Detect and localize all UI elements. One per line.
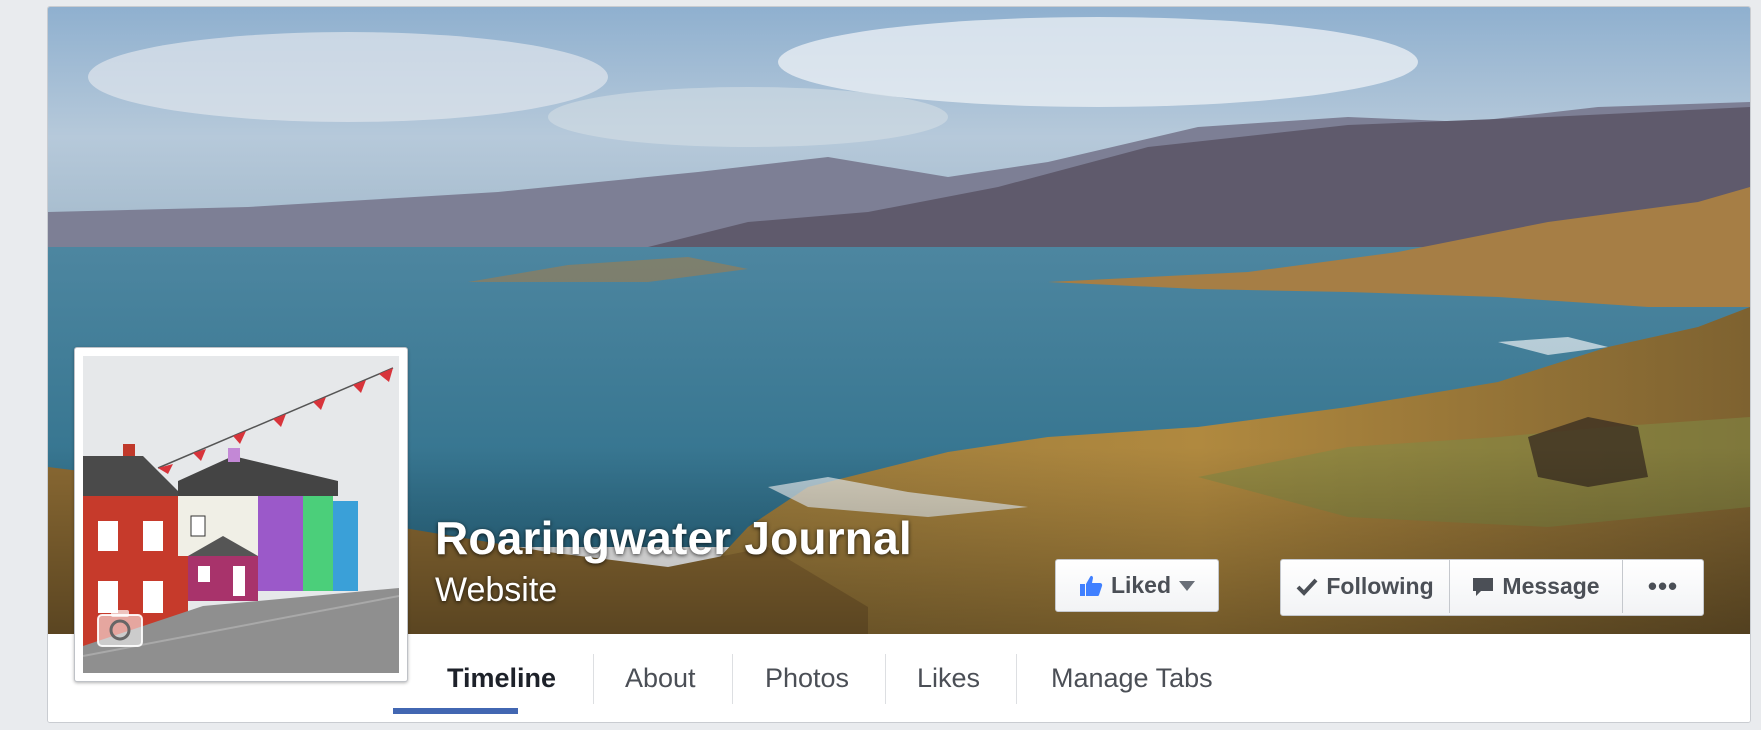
tab-manage-tabs[interactable]: Manage Tabs — [1051, 634, 1213, 722]
page-name-block: Roaringwater Journal Website — [435, 511, 912, 610]
liked-button[interactable]: Liked — [1055, 559, 1219, 612]
camera-icon[interactable] — [96, 608, 144, 648]
tab-divider — [593, 654, 594, 704]
following-button[interactable]: Following — [1281, 560, 1450, 613]
more-options-button[interactable]: ••• — [1623, 560, 1703, 613]
tab-divider — [1016, 654, 1017, 704]
tab-about[interactable]: About — [625, 634, 696, 722]
tab-divider — [732, 654, 733, 704]
caret-down-icon — [1179, 580, 1196, 591]
ellipsis-icon: ••• — [1647, 571, 1679, 601]
tab-divider — [885, 654, 886, 704]
page-category: Website — [435, 571, 558, 609]
message-button[interactable]: Message — [1450, 560, 1623, 613]
active-tab-indicator — [393, 708, 518, 714]
speech-bubble-icon — [1472, 576, 1494, 598]
following-label: Following — [1326, 573, 1434, 599]
thumbs-up-icon — [1079, 574, 1103, 598]
message-label: Message — [1502, 573, 1600, 599]
tab-likes[interactable]: Likes — [917, 634, 980, 722]
liked-label: Liked — [1110, 572, 1172, 598]
checkmark-icon — [1296, 578, 1318, 596]
tab-photos[interactable]: Photos — [765, 634, 849, 722]
page-actions-group: Following Message ••• — [1280, 559, 1704, 616]
page-title: Roaringwater Journal — [435, 512, 912, 564]
